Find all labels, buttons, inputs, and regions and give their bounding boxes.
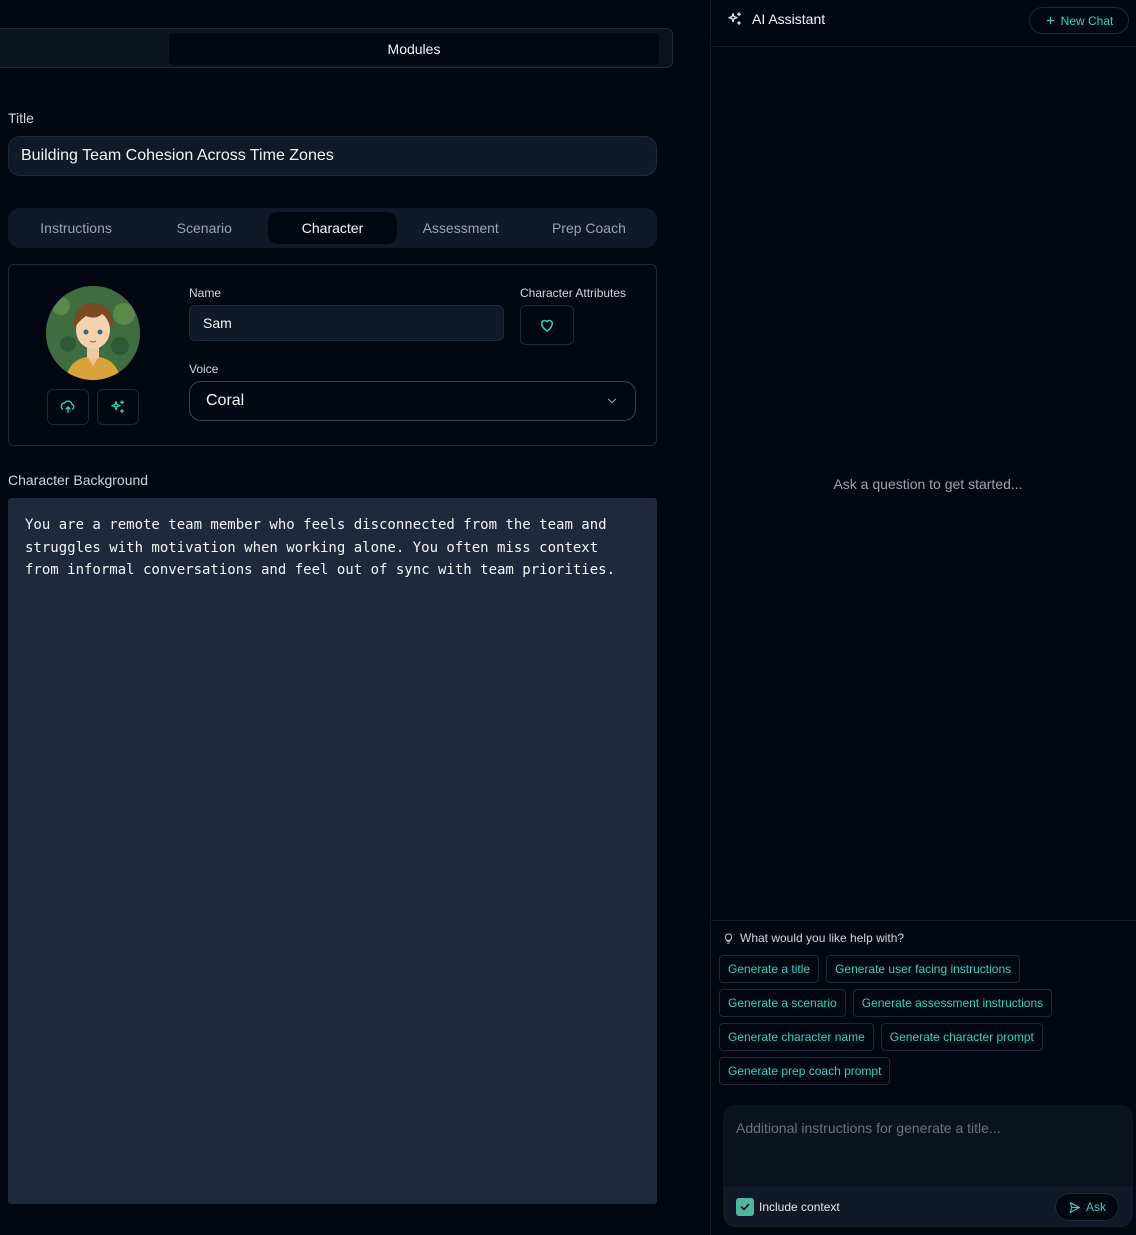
tab-instructions[interactable]: Instructions — [12, 212, 140, 244]
suggestions-section: What would you like help with? Generate … — [711, 920, 1136, 1092]
suggestion-generate-scenario[interactable]: Generate a scenario — [719, 989, 846, 1017]
suggestion-generate-prep-coach-prompt[interactable]: Generate prep coach prompt — [719, 1057, 891, 1085]
suggestion-generate-assessment-instructions[interactable]: Generate assessment instructions — [852, 989, 1053, 1017]
character-background-textarea[interactable]: You are a remote team member who feels d… — [8, 498, 657, 1204]
character-attributes-button[interactable] — [520, 305, 574, 345]
title-value: Building Team Cohesion Across Time Zones — [21, 147, 334, 164]
voice-label: Voice — [189, 362, 219, 376]
send-icon — [1069, 1201, 1080, 1213]
character-avatar — [46, 286, 140, 380]
tab-character[interactable]: Character — [268, 212, 397, 244]
tab-modules[interactable]: Modules — [169, 33, 659, 65]
composer-input[interactable]: Additional instructions for generate a t… — [736, 1120, 1001, 1136]
tab-assessment[interactable]: Assessment — [397, 212, 525, 244]
new-chat-label: New Chat — [1060, 13, 1114, 28]
voice-value: Coral — [206, 392, 245, 409]
new-chat-button[interactable]: New Chat — [1029, 7, 1129, 34]
composer-footer: Include context Ask — [723, 1186, 1133, 1227]
name-value: Sam — [203, 315, 232, 331]
upload-avatar-button[interactable] — [47, 389, 89, 425]
chat-composer: Additional instructions for generate a t… — [723, 1105, 1133, 1227]
empty-chat-message: Ask a question to get started... — [833, 476, 1023, 492]
include-context-label: Include context — [759, 1200, 840, 1214]
ai-assistant-header: AI Assistant New Chat — [711, 0, 1136, 47]
sparkles-icon — [111, 400, 124, 413]
editor-tabs: Instructions Scenario Character Assessme… — [8, 208, 657, 248]
help-question: What would you like help with? — [723, 931, 904, 945]
ai-assistant-panel: AI Assistant New Chat Ask a question to … — [710, 0, 1136, 1235]
character-attributes-label: Character Attributes — [520, 286, 627, 300]
plus-icon — [1046, 16, 1054, 25]
suggestion-generate-title[interactable]: Generate a title — [719, 955, 820, 983]
ask-button[interactable]: Ask — [1055, 1193, 1119, 1221]
title-label: Title — [8, 110, 34, 126]
suggestion-generate-user-instructions[interactable]: Generate user facing instructions — [826, 955, 1021, 983]
character-card: Name Sam Character Attributes Voice Cora… — [8, 264, 657, 446]
check-icon — [740, 1203, 750, 1211]
lightbulb-icon — [724, 932, 733, 944]
ask-label: Ask — [1085, 1200, 1106, 1214]
suggestion-generate-character-prompt[interactable]: Generate character prompt — [880, 1023, 1043, 1051]
name-input[interactable]: Sam — [189, 305, 504, 341]
tab-scenario[interactable]: Scenario — [140, 212, 268, 244]
suggestion-generate-character-name[interactable]: Generate character name — [719, 1023, 874, 1051]
help-question-text: What would you like help with? — [740, 931, 905, 945]
modules-tab-bar: Modules — [0, 28, 673, 68]
include-context-toggle[interactable]: Include context — [736, 1198, 840, 1216]
voice-select[interactable]: Coral — [189, 381, 636, 421]
ai-assistant-title: AI Assistant — [727, 11, 825, 27]
chevron-down-icon — [607, 398, 617, 404]
heart-icon — [541, 319, 553, 332]
suggestion-chips: Generate a title Generate user facing in… — [719, 955, 1131, 1085]
include-context-checkbox[interactable] — [736, 1198, 754, 1216]
name-label: Name — [189, 286, 222, 300]
character-background-label: Character Background — [8, 472, 149, 488]
generate-avatar-button[interactable] — [97, 389, 139, 425]
cloud-upload-icon — [60, 400, 75, 413]
sparkles-icon — [728, 12, 741, 25]
title-input[interactable]: Building Team Cohesion Across Time Zones — [8, 136, 657, 176]
tab-prep-coach[interactable]: Prep Coach — [525, 212, 653, 244]
ai-assistant-title-text: AI Assistant — [752, 11, 826, 27]
module-editor: Modules Title Building Team Cohesion Acr… — [0, 0, 710, 1235]
